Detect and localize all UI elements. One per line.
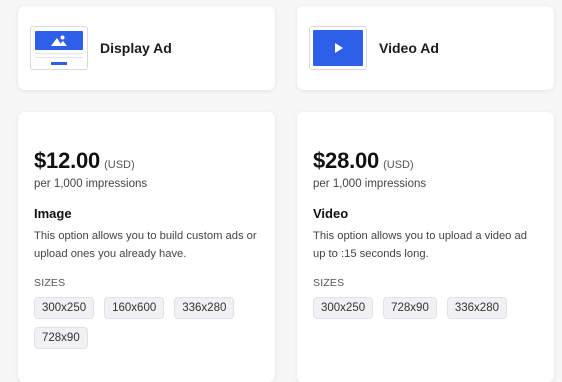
price: $28.00 (313, 148, 380, 173)
size-list: 300x250 160x600 336x280 728x90 (34, 297, 264, 349)
size-chip-728x90[interactable]: 728x90 (34, 327, 88, 349)
video-ad-icon (309, 26, 367, 70)
size-chip-300x250[interactable]: 300x250 (313, 297, 374, 319)
sizes-label: SIZES (313, 277, 345, 289)
size-chip-728x90[interactable]: 728x90 (383, 297, 437, 319)
option-description: This option allows you to build custom a… (34, 230, 257, 260)
pricing-unit: per 1,000 impressions (313, 178, 427, 190)
video-ad-card[interactable]: Video Ad (297, 6, 554, 90)
video-option-card: $28.00 (USD) per 1,000 impressions Video… (297, 112, 554, 382)
sizes-label: SIZES (34, 277, 66, 289)
option-title: Video (313, 206, 349, 221)
display-ad-card[interactable]: Display Ad (18, 6, 275, 90)
size-chip-336x280[interactable]: 336x280 (174, 297, 235, 319)
currency: (USD) (383, 159, 414, 171)
option-title: Image (34, 206, 72, 221)
price: $12.00 (34, 148, 101, 173)
pricing-unit: per 1,000 impressions (34, 178, 148, 190)
size-list: 300x250 728x90 336x280 (313, 297, 543, 319)
size-chip-160x600[interactable]: 160x600 (104, 297, 165, 319)
currency: (USD) (104, 159, 135, 171)
display-ad-title: Display Ad (100, 40, 172, 56)
size-chip-300x250[interactable]: 300x250 (34, 297, 95, 319)
size-chip-336x280[interactable]: 336x280 (446, 297, 507, 319)
image-option-card: $12.00 (USD) per 1,000 impressions Image… (18, 112, 275, 382)
display-ad-icon (30, 26, 88, 70)
play-icon (335, 43, 343, 53)
option-description: This option allows you to upload a video… (313, 230, 527, 260)
video-ad-title: Video Ad (379, 40, 439, 56)
